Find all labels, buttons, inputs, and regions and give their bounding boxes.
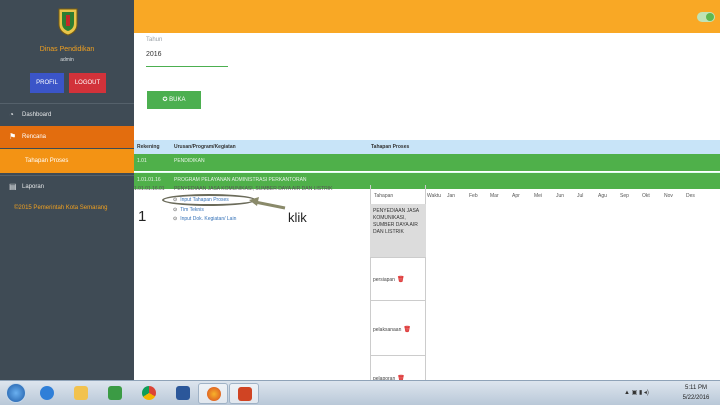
table-row: 1.01.01.16.01 PENYEDIAAN JASA KOMUNIKASI… [134, 186, 332, 192]
row-kode: 1.01.01.16.01 [134, 186, 165, 192]
divider [370, 257, 426, 258]
edit-icon: ⊙ [173, 207, 178, 213]
open-icon: ✪ [162, 97, 168, 103]
klik-annotation: klik [288, 210, 307, 225]
firefox-icon [207, 387, 221, 401]
tahun-label: Tahun [146, 37, 163, 43]
taskbar: ▲ ▣ ▮ ◂) 5:11 PM 5/22/2016 [0, 380, 720, 405]
media-player-icon [108, 386, 122, 400]
toggle-switch[interactable] [697, 12, 715, 22]
header-tahapan: Tahapan Proses [371, 144, 410, 150]
word-taskbar-button[interactable] [168, 383, 198, 404]
city-logo [58, 8, 78, 36]
report-icon: ▤ [9, 182, 17, 191]
input-dok-kegiatan-link[interactable]: ⊙ Input Dok. Kegiatan/ Lain [173, 216, 236, 222]
explorer-taskbar-button[interactable] [66, 383, 96, 404]
ie-taskbar-button[interactable] [32, 383, 62, 404]
divider [370, 300, 426, 301]
powerpoint-icon [238, 387, 252, 401]
folder-icon [74, 386, 88, 400]
stage-pelaksanaan: pelaksanaan 🗑 [373, 327, 411, 333]
logout-button[interactable]: LOGOUT [69, 73, 106, 93]
dinas-title: Dinas Pendidikan [39, 46, 95, 53]
header-urusan: Urusan/Program/Kegiatan [174, 144, 236, 150]
tahapan-subheader: Tahapan Waktu Jan Feb Mar Apr Mei Jun Ju… [374, 193, 695, 199]
chrome-taskbar-button[interactable] [134, 383, 164, 404]
profil-button[interactable]: PROFIL [30, 73, 64, 93]
row-kode: 1.01.01.16 [137, 177, 161, 183]
system-tray[interactable]: ▲ ▣ ▮ ◂) [624, 389, 649, 396]
tahun-input[interactable]: 2016 [146, 51, 228, 67]
pointer-arrow-icon [249, 197, 286, 210]
row-kode: 1.01 [137, 158, 147, 164]
sidebar-item-rencana[interactable]: ⚑ Rencana [0, 126, 134, 148]
start-button[interactable] [6, 383, 26, 403]
top-bar [134, 0, 720, 33]
sidebar-item-label: Rencana [22, 134, 47, 140]
header-rekening: Rekening [137, 144, 160, 150]
row-nama: PROGRAM PELAYANAN ADMINISTRASI PERKANTOR… [174, 177, 307, 183]
table-header: Rekening Urusan/Program/Kegiatan Tahapan… [134, 140, 720, 154]
sidebar-item-label: Laporan [22, 184, 45, 190]
firefox-taskbar-button[interactable] [198, 383, 228, 404]
flag-icon: ⚑ [9, 132, 17, 141]
sidebar: Dinas Pendidikan admin PROFIL LOGOUT ◔ D… [0, 0, 134, 380]
sidebar-item-label: Tahapan Proses [25, 158, 69, 164]
tim-teknis-link[interactable]: ⊙ Tim Teknis [173, 207, 204, 213]
table-row: 1.01 PENDIDIKAN [134, 154, 720, 171]
row-nama: PENDIDIKAN [174, 158, 205, 164]
ie-icon [40, 386, 54, 400]
stage-persiapan: persiapan 🗑 [373, 277, 405, 283]
delete-icon[interactable]: 🗑 [397, 277, 405, 283]
sidebar-item-tahapan-proses[interactable]: Tahapan Proses [0, 149, 134, 173]
copyright-text: ©2015 Pemerintah Kota Semarang [14, 205, 108, 211]
sidebar-item-laporan[interactable]: ▤ Laporan [0, 175, 134, 197]
buka-label: BUKA [169, 97, 186, 103]
user-role: admin [60, 57, 74, 63]
powerpoint-taskbar-button[interactable] [229, 383, 259, 404]
clock[interactable]: 5:11 PM 5/22/2016 [676, 383, 716, 403]
delete-icon[interactable]: 🗑 [403, 327, 411, 333]
divider [370, 355, 426, 356]
edit-icon: ⊙ [173, 216, 178, 222]
buka-button[interactable]: ✪ BUKA [147, 91, 201, 109]
kegiatan-label-box: PENYEDIAAN JASA KOMUNIKASI, SUMBER DAYA … [370, 204, 426, 257]
sidebar-item-label: Dashboard [22, 112, 52, 118]
word-icon [176, 386, 190, 400]
row-nama: PENYEDIAAN JASA KOMUNIKASI, SUMBER DAYA … [174, 186, 333, 192]
chrome-icon [142, 386, 156, 400]
highlight-oval [162, 194, 256, 206]
media-taskbar-button[interactable] [100, 383, 130, 404]
step-number: 1 [138, 208, 147, 225]
dashboard-icon: ◔ [9, 110, 14, 119]
sidebar-item-dashboard[interactable]: ◔ Dashboard [0, 103, 134, 125]
